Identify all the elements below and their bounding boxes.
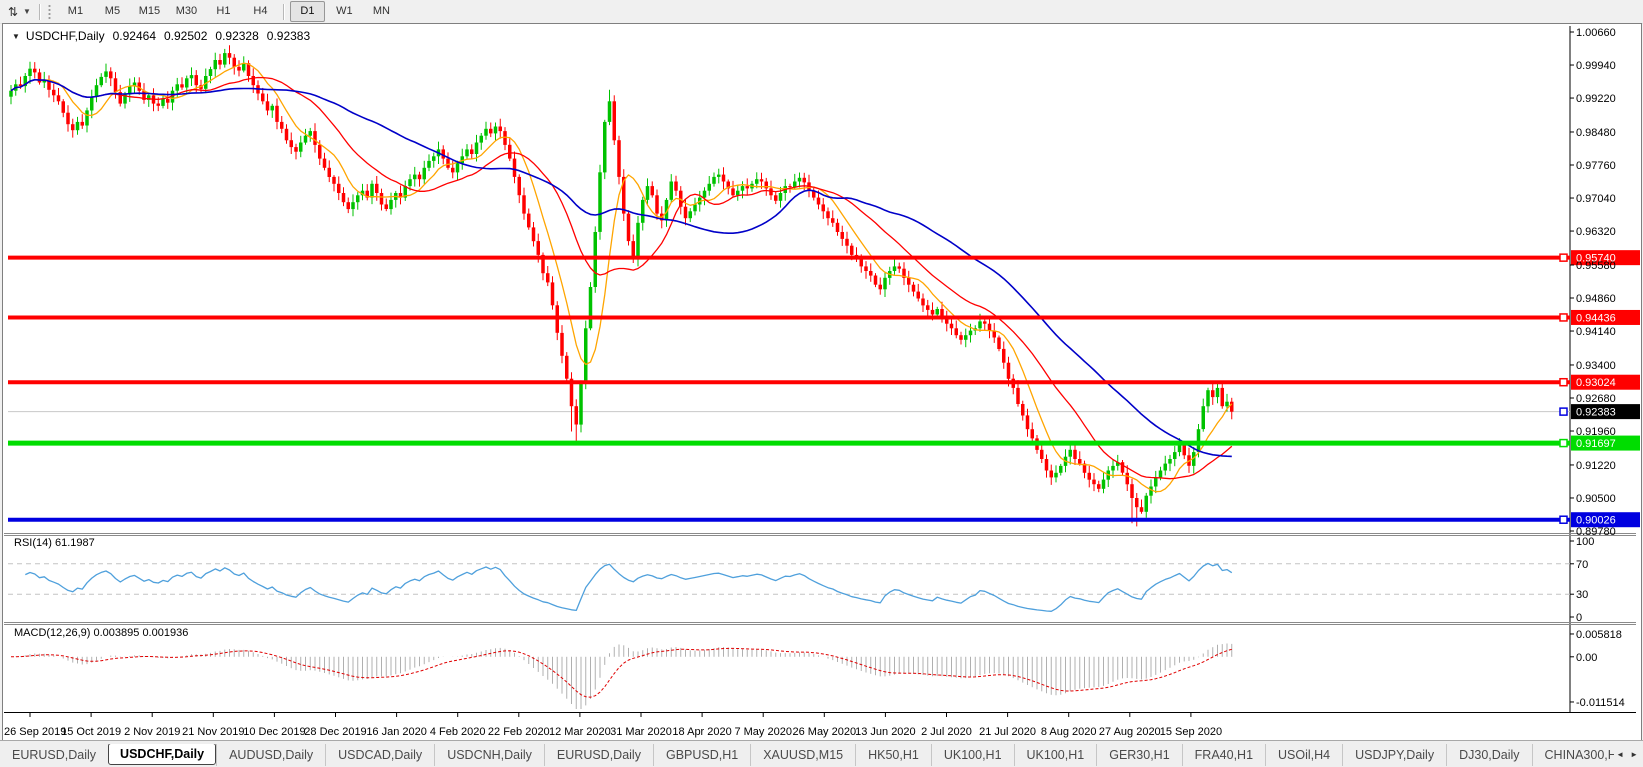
tab-eurusd-daily[interactable]: EURUSD,Daily bbox=[0, 744, 108, 766]
chart-tabs: EURUSD,DailyUSDCHF,DailyAUDUSD,DailyUSDC… bbox=[0, 744, 1614, 766]
timeframe-button-mn[interactable]: MN bbox=[364, 1, 399, 22]
tab-dj30-daily[interactable]: DJ30,Daily bbox=[1446, 744, 1531, 766]
timeframe-buttons: M1M5M15M30H1H4 D1W1MN bbox=[57, 1, 400, 22]
tab-uk100-h1[interactable]: UK100,H1 bbox=[1014, 744, 1097, 766]
tab-ger30-h1[interactable]: GER30,H1 bbox=[1096, 744, 1181, 766]
tab-usdcnh-daily[interactable]: USDCNH,Daily bbox=[434, 744, 544, 766]
tab-usdchf-daily[interactable]: USDCHF,Daily bbox=[108, 744, 216, 765]
tab-audusd-daily[interactable]: AUDUSD,Daily bbox=[216, 744, 325, 766]
timeframe-button-h1[interactable]: H1 bbox=[206, 1, 241, 22]
main-chart-area[interactable] bbox=[8, 26, 1568, 531]
timeframe-button-h4[interactable]: H4 bbox=[243, 1, 278, 22]
tab-china300-h1[interactable]: CHINA300,H1 bbox=[1532, 744, 1615, 766]
macd-panel-area[interactable] bbox=[8, 624, 1568, 711]
toolbar-arrows-icon[interactable]: ⇅ bbox=[4, 4, 22, 20]
tab-hk50-h1[interactable]: HK50,H1 bbox=[855, 744, 931, 766]
tab-scroll-controls: ◄ ► bbox=[1616, 750, 1643, 759]
mt4-window: ⇅ ▼ M1M5M15M30H1H4D1W1MN 0.957400.944360… bbox=[0, 0, 1643, 767]
tab-scroll-right-icon[interactable]: ► bbox=[1630, 750, 1638, 759]
tab-usdcad-daily[interactable]: USDCAD,Daily bbox=[325, 744, 434, 766]
tab-fra40-h1[interactable]: FRA40,H1 bbox=[1182, 744, 1265, 766]
toolbar-separator bbox=[39, 4, 41, 20]
price-axis[interactable] bbox=[1570, 26, 1640, 712]
timeframe-button-w1[interactable]: W1 bbox=[327, 1, 362, 22]
toolbar-separator bbox=[283, 4, 285, 20]
toolbar-dropdown-caret-icon[interactable]: ▼ bbox=[23, 7, 31, 16]
tab-uk100-h1[interactable]: UK100,H1 bbox=[931, 744, 1014, 766]
timeframe-toolbar: ⇅ ▼ M1M5M15M30H1H4 D1W1MN bbox=[0, 0, 1643, 24]
tab-xauusd-m15[interactable]: XAUUSD,M15 bbox=[750, 744, 855, 766]
rsi-panel-area[interactable] bbox=[8, 534, 1568, 620]
timeframe-button-m30[interactable]: M30 bbox=[169, 1, 204, 22]
timeframe-button-m5[interactable]: M5 bbox=[95, 1, 130, 22]
time-axis[interactable] bbox=[8, 713, 1568, 738]
toolbar-drag-handle[interactable] bbox=[47, 4, 52, 19]
tab-usdjpy-daily[interactable]: USDJPY,Daily bbox=[1342, 744, 1446, 766]
tab-eurusd-daily[interactable]: EURUSD,Daily bbox=[544, 744, 653, 766]
chart-tabs-bar: EURUSD,DailyUSDCHF,DailyAUDUSD,DailyUSDC… bbox=[0, 740, 1643, 767]
tab-scroll-left-icon[interactable]: ◄ bbox=[1616, 750, 1624, 759]
timeframe-button-d1[interactable]: D1 bbox=[290, 1, 325, 22]
tab-usoil-h4[interactable]: USOil,H4 bbox=[1265, 744, 1342, 766]
tab-gbpusd-h1[interactable]: GBPUSD,H1 bbox=[653, 744, 750, 766]
timeframe-button-m1[interactable]: M1 bbox=[58, 1, 93, 22]
timeframe-button-m15[interactable]: M15 bbox=[132, 1, 167, 22]
